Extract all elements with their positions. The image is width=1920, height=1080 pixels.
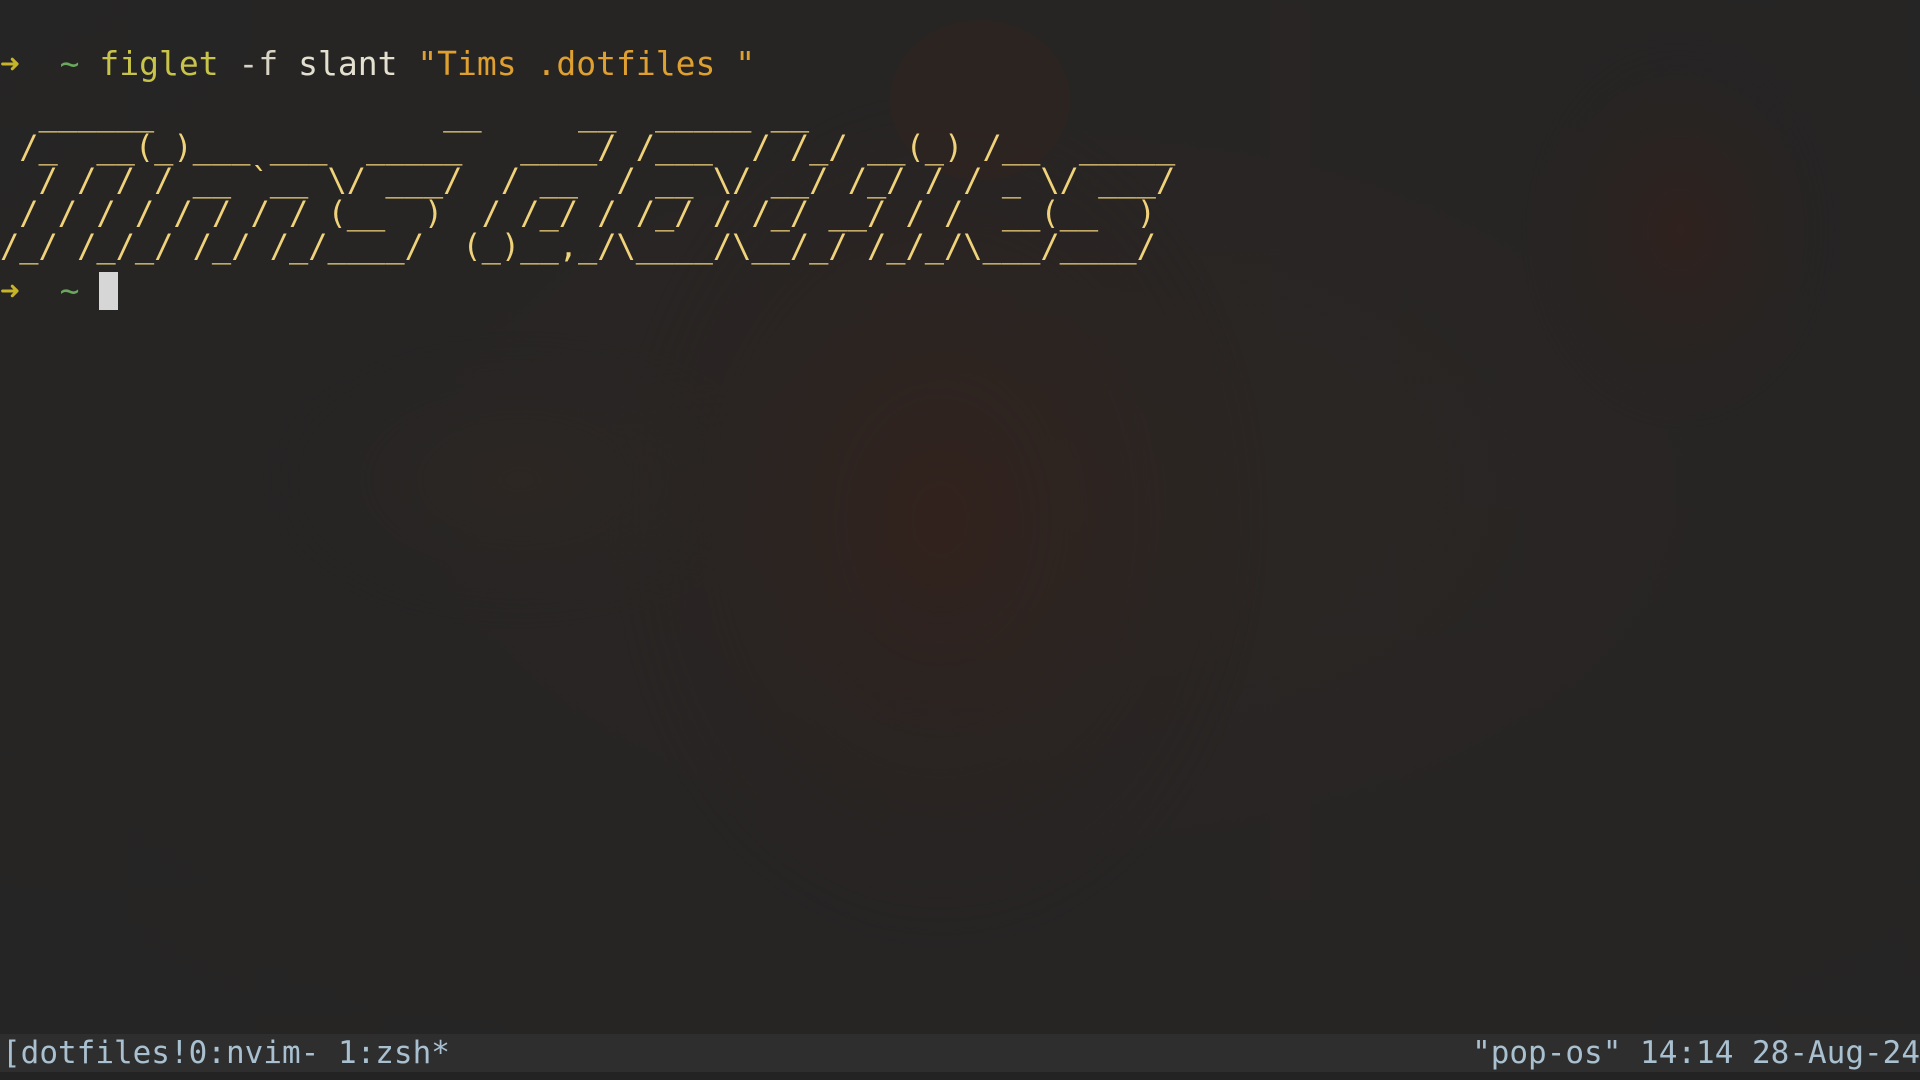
figlet-line: /_ __(_)___ ___ _____ ____/ /___ / /_/ _… <box>0 128 1176 166</box>
figlet-line: / / / / / / / / (__ ) / /_/ / /_/ / /_/ … <box>0 194 1156 232</box>
tmux-host-clock: "pop-os" 14:14 28-Aug-24 <box>1472 1035 1920 1071</box>
figlet-output: ______ __ __ _____ __ /_ __(_)___ ___ __… <box>0 98 1920 263</box>
command-font-arg: slant <box>298 44 398 83</box>
tmux-status-bar: [dotfiles!0:nvim- 1:zsh* "pop-os" 14:14 … <box>0 1034 1920 1072</box>
prompt-directory: ~ <box>59 271 80 310</box>
command-text-arg: "Tims .dotfiles " <box>417 44 756 83</box>
command-line: ➜ ~ figlet -f slant "Tims .dotfiles " <box>0 44 1920 84</box>
figlet-line: / / / / __ `__ \/ ___/ / __ / __ \/ __/ … <box>0 161 1176 199</box>
figlet-line: /_/ /_/_/ /_/ /_/____/ (_)__,_/\____/\__… <box>0 227 1156 265</box>
terminal-content[interactable]: ➜ ~ figlet -f slant "Tims .dotfiles " __… <box>0 44 1920 311</box>
prompt-arrow-icon: ➜ <box>0 44 20 83</box>
terminal-window[interactable]: ➜ ~ figlet -f slant "Tims .dotfiles " __… <box>0 0 1920 1080</box>
text-cursor[interactable] <box>99 272 119 310</box>
prompt-directory: ~ <box>59 44 80 83</box>
command-program: figlet <box>99 44 219 83</box>
prompt-arrow-icon: ➜ <box>0 271 20 310</box>
figlet-line: ______ __ __ _____ __ <box>0 95 810 133</box>
bottom-strip <box>0 1072 1920 1080</box>
command-flag: -f <box>238 44 279 83</box>
current-prompt[interactable]: ➜ ~ <box>0 271 1920 311</box>
tmux-window-list[interactable]: [dotfiles!0:nvim- 1:zsh* <box>2 1034 450 1072</box>
